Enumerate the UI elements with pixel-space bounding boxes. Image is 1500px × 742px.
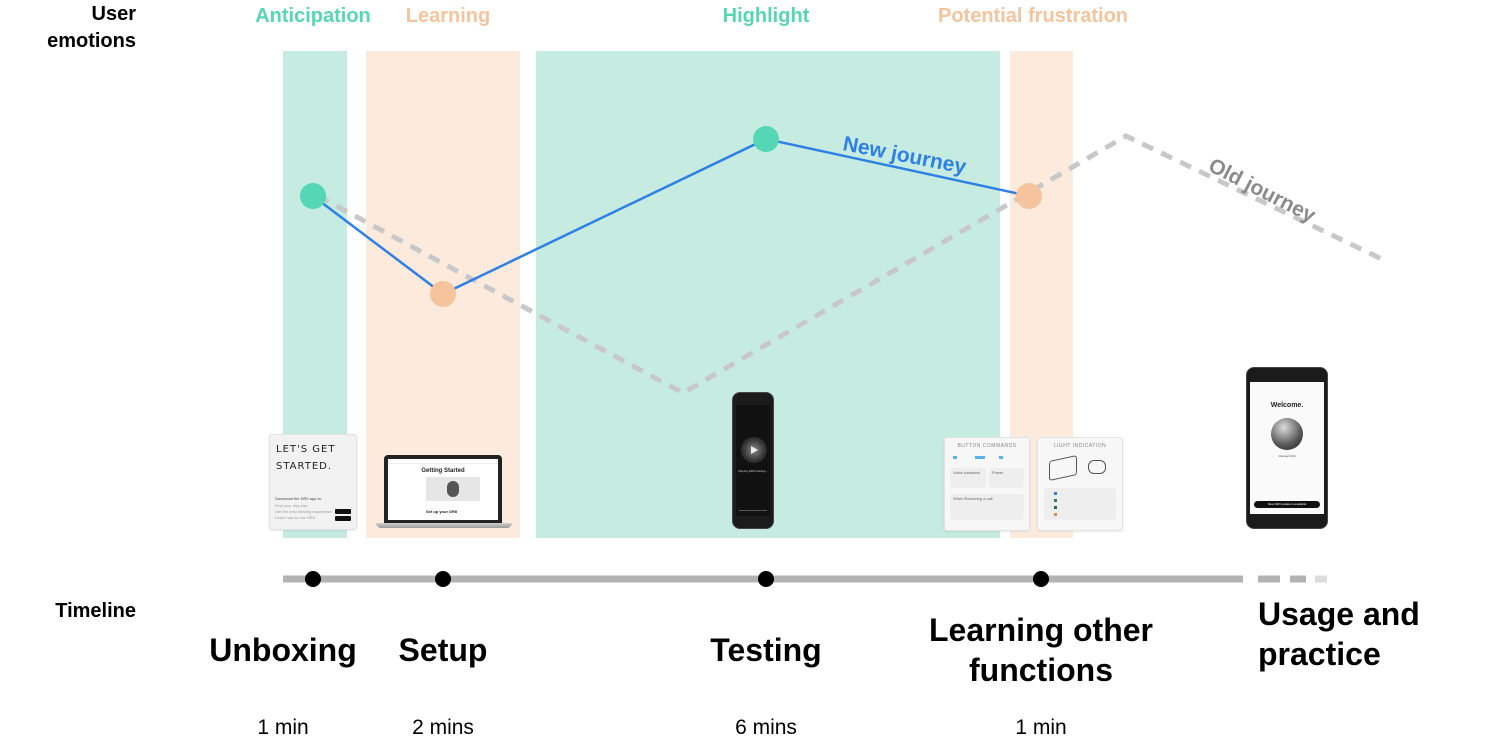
new-journey-point-testing <box>753 126 779 152</box>
device-image <box>1271 418 1303 450</box>
thumbnail-phone-testing: Playing DRII briefing... <box>732 392 774 529</box>
phone-testing-status: Playing DRII briefing... <box>738 469 768 473</box>
update-banner-text: New DRII update is available <box>1267 502 1307 506</box>
receiving-call-box: When Receiving a call <box>950 494 1024 520</box>
play-icon <box>751 446 758 454</box>
google-play-badge-icon <box>335 509 351 514</box>
receiving-call-label: When Receiving a call <box>953 496 993 501</box>
stage-title-setup: Setup <box>399 630 488 670</box>
laptop-webpage-heading: Getting Started <box>421 468 465 474</box>
stage-title-learning-line-2: functions <box>969 652 1113 688</box>
voice-assistant-box: Voice Assistant <box>950 468 986 488</box>
stage-title-usage-and-practice: Usage and practice <box>1258 594 1420 674</box>
charging-case-icon <box>1049 455 1077 481</box>
single-press-icon <box>953 456 957 459</box>
stage-title-testing-text: Testing <box>710 632 822 668</box>
stage-title-setup-text: Setup <box>398 632 488 668</box>
thumbnail-phone-welcome: Welcome. Connect KAI New DRII update is … <box>1246 367 1328 529</box>
laptop-base <box>376 523 512 528</box>
new-journey-label: New journey <box>841 132 968 178</box>
green-light-icon <box>1054 506 1057 509</box>
laptop-webpage-hero-image <box>426 477 480 501</box>
power-box: Power <box>989 468 1024 488</box>
double-press-icon <box>999 456 1003 459</box>
laptop-screen: Getting Started Set up your DRII <box>384 455 502 523</box>
light-indication-title: LIGHT INDICATION <box>1053 443 1107 449</box>
laptop-webpage-subheading: Set up your DRII <box>426 509 458 514</box>
stage-duration-setup: 2 mins <box>412 716 474 739</box>
old-journey-label: Old journey <box>1205 154 1320 228</box>
phone-welcome-screen: Welcome. Connect KAI New DRII update is … <box>1250 382 1324 514</box>
timeline-dot-setup <box>435 571 451 587</box>
new-journey-point-setup <box>430 281 456 307</box>
stage-title-usage-line-1: Usage and <box>1258 596 1420 632</box>
timeline-dot-testing <box>758 571 774 587</box>
voice-assistant-label: Voice Assistant <box>953 470 980 475</box>
phone-testing-screen: Playing DRII briefing... <box>736 405 770 516</box>
stage-title-testing: Testing <box>710 630 821 670</box>
ring-device-icon <box>1088 460 1106 474</box>
card-title-line-2: STARTED. <box>276 461 333 472</box>
stage-title-unboxing: Unboxing <box>209 630 357 670</box>
green-blink-light-icon <box>1054 499 1057 502</box>
red-light-icon <box>1054 513 1057 516</box>
phone-welcome-title: Welcome. <box>1270 402 1304 409</box>
timeline-dot-unboxing <box>305 571 321 587</box>
thumbnail-laptop: Getting Started Set up your DRII <box>376 454 512 532</box>
card-line-2: Get the best hearing experience <box>275 509 332 514</box>
laptop-webpage: Getting Started Set up your DRII <box>388 459 498 520</box>
stage-title-unboxing-text: Unboxing <box>209 632 357 668</box>
card-title-line-1: LET'S GET <box>276 444 336 455</box>
laptop-webpage-nav <box>388 459 498 464</box>
thumbnail-button-commands: BUTTON COMMANDS Voice Assistant Power Wh… <box>944 437 1030 531</box>
blue-light-icon <box>1054 492 1057 495</box>
thumbnail-light-indication: LIGHT INDICATION <box>1037 437 1123 531</box>
person-photo-icon <box>447 481 459 497</box>
timeline-dot-learning-other-functions <box>1033 571 1049 587</box>
card-line-1: Find your ring size <box>275 503 308 508</box>
new-journey-point-learning-other-functions <box>1016 183 1042 209</box>
stage-title-usage-line-2: practice <box>1258 636 1381 672</box>
card-title: LET'S GET STARTED. <box>276 441 335 475</box>
power-label: Power <box>992 470 1004 475</box>
stage-title-learning-line-1: Learning other <box>928 612 1154 648</box>
thumbnail-lets-get-started-card: LET'S GET STARTED. Download the DRII app… <box>269 434 357 530</box>
long-press-icon <box>975 456 985 459</box>
stage-duration-unboxing: 1 min <box>257 716 309 739</box>
stage-duration-testing: 6 mins <box>735 716 797 739</box>
card-line-3: Learn how to use DRII <box>275 515 315 520</box>
stage-title-learning-other-functions: Learning other functions <box>929 610 1153 690</box>
card-subtitle: Download the DRII app to: <box>275 496 322 501</box>
phone-welcome-caption: Connect KAI <box>1278 454 1296 458</box>
button-commands-title: BUTTON COMMANDS <box>957 443 1017 449</box>
new-journey-point-unboxing <box>300 183 326 209</box>
button-commands-row <box>953 456 1021 459</box>
app-store-badge-icon <box>335 516 351 521</box>
stage-duration-learning-other-functions: 1 min <box>1015 716 1067 739</box>
phone-testing-progress <box>739 510 767 511</box>
update-banner[interactable]: New DRII update is available <box>1254 501 1320 508</box>
light-legend-box <box>1044 488 1116 520</box>
